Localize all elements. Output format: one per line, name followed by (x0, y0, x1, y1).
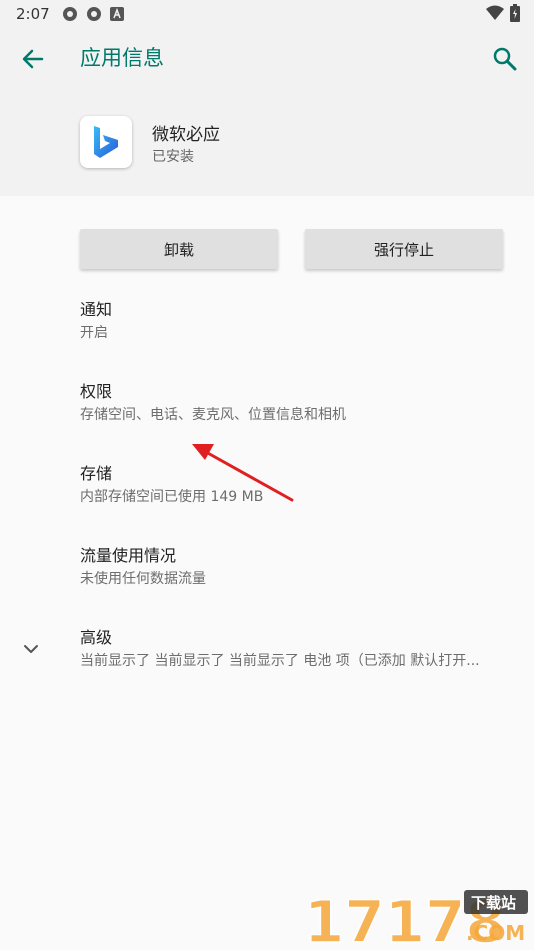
status-bar: 2:07 (0, 0, 534, 28)
setting-permissions[interactable]: 权限 存储空间、电话、麦克风、位置信息和相机 (80, 381, 520, 425)
status-time: 2:07 (16, 5, 50, 23)
setting-summary: 未使用任何数据流量 (80, 571, 206, 587)
battery-icon (510, 4, 520, 22)
app-info-header: 应用信息 微软必应 已安装 (0, 28, 534, 196)
search-icon[interactable] (490, 44, 520, 74)
app-notification-icon (86, 7, 101, 21)
force-stop-button[interactable]: 强行停止 (305, 229, 503, 269)
site-watermark-logo: 17178 下载站 .COM (304, 888, 528, 946)
setting-notifications[interactable]: 通知 开启 (80, 299, 520, 343)
wifi-icon (486, 5, 504, 20)
system-icons (486, 4, 520, 22)
setting-title: 高级 (80, 628, 113, 647)
bing-logo-icon (94, 126, 118, 158)
app-icon (80, 116, 132, 168)
uninstall-button[interactable]: 卸载 (80, 229, 278, 269)
setting-advanced[interactable]: 高级 当前显示了 当前显示了 当前显示了 电池 项（已添加 默认打开... (80, 627, 514, 671)
app-name: 微软必应 (152, 125, 220, 145)
setting-title: 权限 (80, 382, 113, 401)
page-title: 应用信息 (80, 46, 164, 70)
app-install-status: 已安装 (152, 149, 194, 165)
back-arrow-icon[interactable] (18, 44, 48, 74)
watermark-domain: .COM (466, 921, 525, 945)
setting-storage[interactable]: 存储 内部存储空间已使用 149 MB (80, 463, 520, 507)
setting-title: 流量使用情况 (80, 546, 177, 565)
app-notification-icon (62, 7, 77, 21)
a-notification-icon (109, 7, 124, 21)
setting-summary: 开启 (80, 325, 108, 341)
setting-title: 通知 (80, 300, 113, 319)
chevron-down-icon[interactable] (20, 638, 42, 660)
watermark-tag: 下载站 (471, 894, 516, 912)
setting-summary: 当前显示了 当前显示了 当前显示了 电池 项（已添加 默认打开... (80, 653, 480, 669)
notification-icons (62, 6, 124, 22)
setting-data-usage[interactable]: 流量使用情况 未使用任何数据流量 (80, 545, 520, 589)
setting-summary: 存储空间、电话、麦克风、位置信息和相机 (80, 407, 346, 423)
setting-summary: 内部存储空间已使用 149 MB (80, 489, 264, 505)
setting-title: 存储 (80, 464, 113, 483)
